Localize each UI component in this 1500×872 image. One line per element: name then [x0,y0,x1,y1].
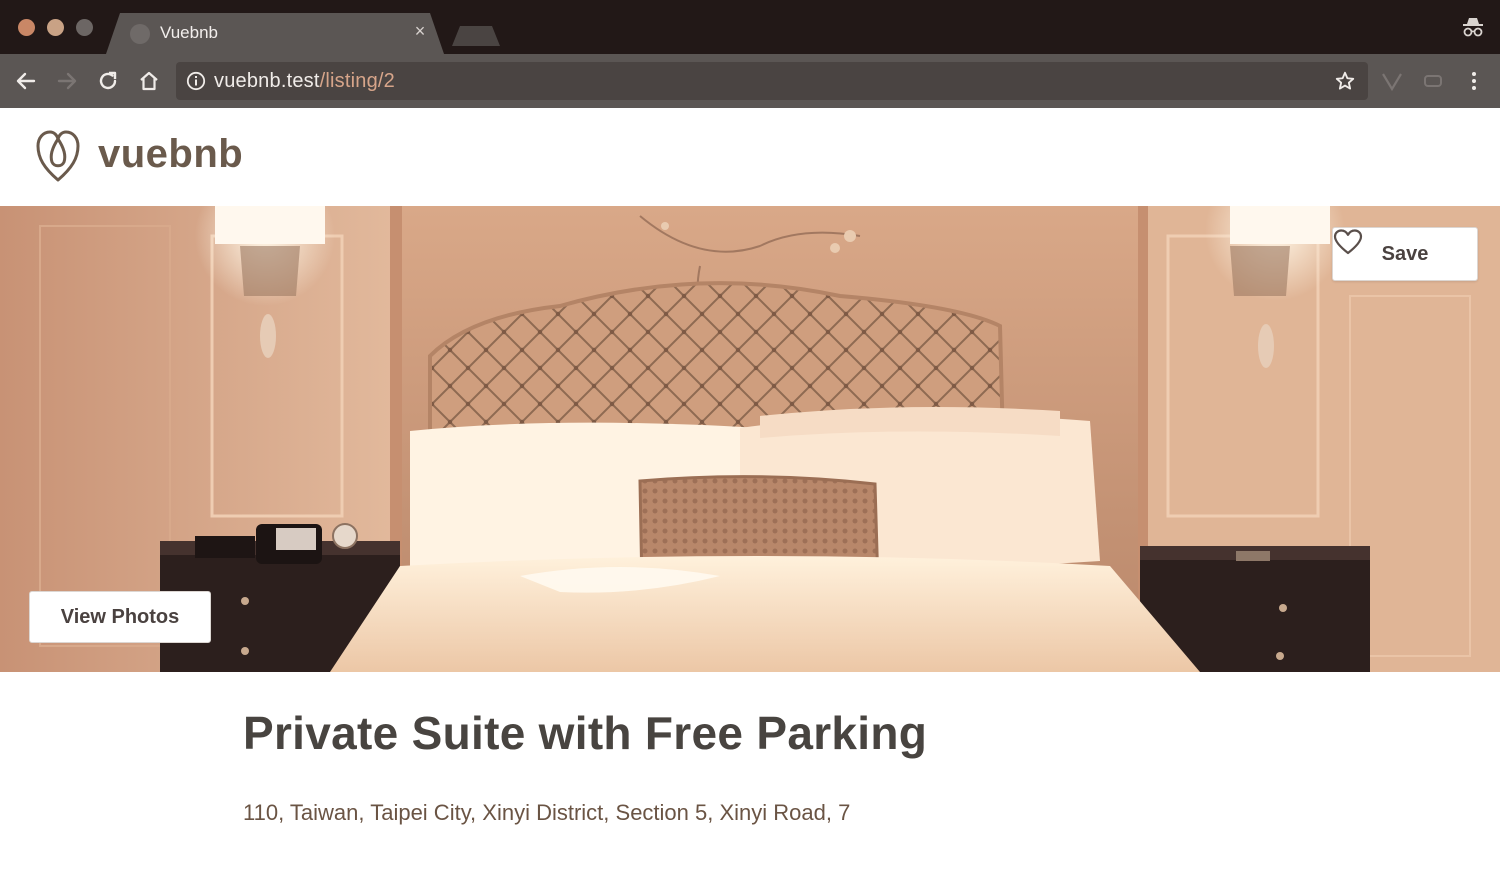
new-tab-button[interactable] [452,26,500,46]
url-path: /listing/2 [319,70,395,92]
window-close-button[interactable] [18,19,35,36]
star-icon[interactable] [1334,70,1356,92]
url-text[interactable]: vuebnb.test/listing/2 [214,70,395,93]
view-photos-button[interactable]: View Photos [29,591,211,643]
window-minimize-button[interactable] [47,19,64,36]
vue-devtools-icon [1382,73,1402,92]
url-host: vuebnb.test [214,70,320,92]
save-button-label: Save [1381,242,1429,265]
address-bar[interactable]: vuebnb.test/listing/2 [176,62,1368,100]
browser-tab[interactable]: Vuebnb × [106,13,444,54]
vuebnb-logo-icon[interactable] [34,128,82,184]
home-icon [140,71,158,91]
info-icon[interactable] [186,71,206,91]
favicon-icon [130,24,150,44]
save-button[interactable]: Save [1332,227,1478,281]
forward-arrow-icon [57,72,77,90]
menu-button[interactable] [1460,67,1488,95]
tab-title: Vuebnb [160,23,218,42]
extension-button[interactable] [1419,67,1447,95]
back-button[interactable] [12,67,40,95]
heart-icon [1333,229,1363,255]
listing-address: 110, Taiwan, Taipei City, Xinyi District… [243,800,851,825]
back-arrow-icon [16,72,36,90]
listing-hero-image: Save View Photos [0,206,1500,672]
browser-toolbar: vuebnb.test/listing/2 [0,54,1500,108]
browser-titlebar: Vuebnb × [0,0,1500,54]
bedroom-photo [0,206,1500,672]
listing-title: Private Suite with Free Parking [243,707,928,759]
tab-close-icon[interactable]: × [410,21,430,41]
more-vertical-icon [1472,72,1476,90]
reload-icon [99,71,117,90]
reload-button[interactable] [94,67,122,95]
extension-vue-button[interactable] [1378,67,1406,95]
window-zoom-button[interactable] [76,19,93,36]
forward-button[interactable] [53,67,81,95]
home-button[interactable] [135,67,163,95]
brand-name[interactable]: vuebnb [98,132,243,177]
incognito-icon [1463,18,1483,37]
extension-icon [1424,75,1442,87]
site-navbar: vuebnb [0,108,1500,207]
